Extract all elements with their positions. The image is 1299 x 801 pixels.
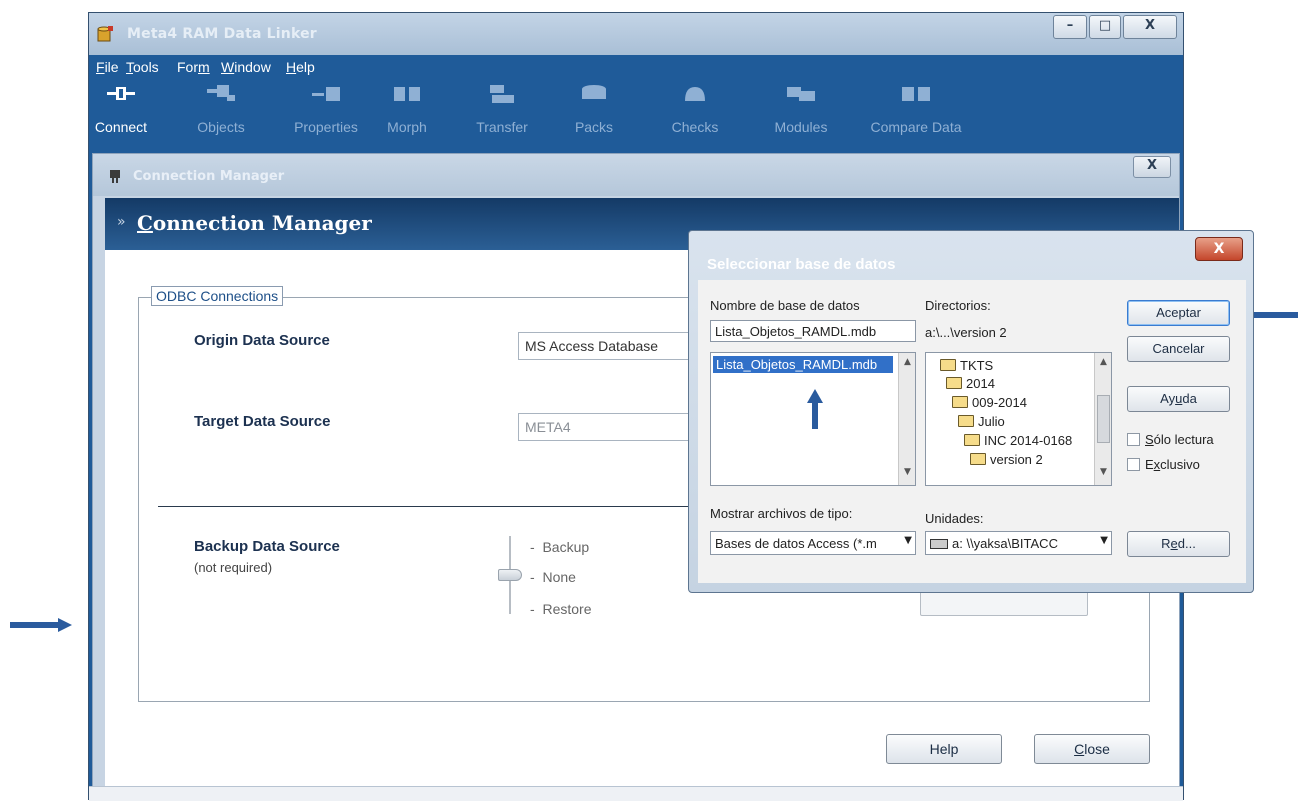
- backup-option-none[interactable]: - None: [530, 569, 576, 585]
- menu-tools[interactable]: Tools: [126, 59, 159, 75]
- folder-icon: [946, 377, 962, 389]
- tool-transfer[interactable]: Transfer: [452, 79, 552, 151]
- compare-data-icon: [902, 87, 930, 101]
- annotation-arrow-left: [10, 618, 72, 632]
- app-database-icon: [97, 26, 113, 42]
- plug-icon: [110, 170, 120, 183]
- network-drive-icon: [930, 539, 948, 549]
- menu-file[interactable]: File: [96, 59, 119, 75]
- select-database-dialog: Seleccionar base de datos X Nombre de ba…: [688, 230, 1254, 593]
- dir-item[interactable]: INC 2014-0168: [964, 433, 1092, 448]
- tool-modules[interactable]: Modules: [751, 79, 851, 151]
- folder-icon: [952, 396, 968, 408]
- target-data-source-label: Target Data Source: [194, 413, 331, 430]
- help-button[interactable]: Help: [886, 734, 1002, 764]
- menu-help[interactable]: Help: [286, 59, 315, 75]
- properties-icon: [312, 87, 340, 101]
- exclusive-label[interactable]: Exclusivo: [1145, 457, 1200, 472]
- file-list-item[interactable]: Lista_Objetos_RAMDL.mdb: [713, 356, 893, 373]
- exclusive-checkbox[interactable]: [1127, 458, 1140, 471]
- scroll-up-icon[interactable]: ▲: [1095, 357, 1112, 367]
- file-list[interactable]: Lista_Objetos_RAMDL.mdb ▲ ▼: [710, 352, 916, 486]
- maximize-button[interactable]: □: [1089, 15, 1121, 39]
- file-type-select[interactable]: Bases de datos Access (*.m ▼: [710, 531, 916, 555]
- status-bar: [89, 786, 1183, 801]
- directory-tree-scrollbar[interactable]: ▲ ▼: [1094, 353, 1111, 485]
- backup-data-source-label: Backup Data Source: [194, 538, 340, 555]
- odbc-connections-label: ODBC Connections: [151, 286, 284, 306]
- connection-manager-heading: Connection Manager: [137, 211, 372, 235]
- tool-compare-data[interactable]: Compare Data: [856, 79, 976, 151]
- dialog-body: Nombre de base de datos Lista_Objetos_RA…: [698, 280, 1246, 583]
- origin-data-source-label: Origin Data Source: [194, 332, 330, 349]
- chevron-down-icon: ▼: [1100, 535, 1108, 546]
- header-bullet-icon: »: [117, 214, 126, 230]
- cancel-button[interactable]: Cancelar: [1127, 336, 1230, 362]
- menu-form[interactable]: Form: [177, 59, 210, 75]
- dir-item[interactable]: version 2: [970, 452, 1043, 467]
- dir-item[interactable]: 2014: [946, 376, 995, 391]
- toolbar: Connect Objects Properties Morph Transfe…: [89, 79, 1183, 151]
- title-bar: Meta4 RAM Data Linker – □ X: [89, 13, 1183, 55]
- transfer-icon: [490, 85, 514, 103]
- network-button[interactable]: Red...: [1127, 531, 1230, 557]
- tool-morph[interactable]: Morph: [357, 79, 457, 151]
- connection-manager-title-bar: Connection Manager X: [93, 154, 1179, 196]
- dir-item[interactable]: TKTS: [940, 358, 993, 373]
- connection-manager-close-button[interactable]: X: [1133, 156, 1171, 178]
- file-type-label: Mostrar archivos de tipo:: [710, 506, 853, 521]
- scroll-down-icon[interactable]: ▼: [899, 467, 916, 477]
- directories-path: a:\...\version 2: [925, 325, 1007, 340]
- directories-label: Directorios:: [925, 298, 991, 313]
- scroll-down-icon[interactable]: ▼: [1095, 467, 1112, 477]
- connect-icon: [107, 87, 135, 100]
- backup-not-required-note: (not required): [194, 560, 273, 575]
- drives-label: Unidades:: [925, 511, 984, 526]
- section-divider: [158, 506, 698, 507]
- objects-icon: [207, 85, 235, 101]
- dialog-close-button[interactable]: X: [1195, 237, 1243, 261]
- tool-connect[interactable]: Connect: [71, 79, 171, 151]
- scroll-up-icon[interactable]: ▲: [899, 357, 916, 367]
- folder-icon: [964, 434, 980, 446]
- backup-option-restore[interactable]: - Restore: [530, 601, 591, 617]
- backup-option-backup[interactable]: - Backup: [530, 539, 589, 555]
- accept-button[interactable]: Aceptar: [1127, 300, 1230, 326]
- annotation-arrow-up: [807, 389, 823, 429]
- folder-icon: [958, 415, 974, 427]
- tool-packs[interactable]: Packs: [544, 79, 644, 151]
- scroll-thumb[interactable]: [1097, 395, 1110, 443]
- menu-bar: File Tools Form Window Help: [89, 55, 1183, 79]
- dir-item[interactable]: Julio: [958, 414, 1005, 429]
- folder-icon: [940, 359, 956, 371]
- app-title: Meta4 RAM Data Linker: [127, 26, 317, 42]
- tool-objects[interactable]: Objects: [171, 79, 271, 151]
- dialog-title: Seleccionar base de datos: [707, 256, 896, 273]
- morph-icon: [394, 87, 420, 101]
- open-folder-icon: [970, 453, 986, 465]
- close-connection-button[interactable]: Close: [1034, 734, 1150, 764]
- directory-tree[interactable]: TKTS 2014 009-2014 Julio INC 2014-0168 v…: [925, 352, 1112, 486]
- chevron-down-icon: ▼: [904, 535, 912, 546]
- readonly-checkbox[interactable]: [1127, 433, 1140, 446]
- checks-icon: [685, 87, 705, 101]
- close-button[interactable]: X: [1123, 15, 1177, 39]
- connection-manager-window-title: Connection Manager: [133, 169, 285, 184]
- drives-select[interactable]: a: \\yaksa\BITACC ▼: [925, 531, 1112, 555]
- minimize-button[interactable]: –: [1053, 15, 1087, 39]
- tool-checks[interactable]: Checks: [645, 79, 745, 151]
- dir-item[interactable]: 009-2014: [952, 395, 1027, 410]
- backup-slider-handle[interactable]: [498, 569, 522, 581]
- help-dialog-button[interactable]: Ayuda: [1127, 386, 1230, 412]
- menu-window[interactable]: Window: [221, 59, 271, 75]
- modules-icon: [787, 87, 815, 101]
- readonly-label[interactable]: Sólo lectura: [1145, 432, 1214, 447]
- db-name-label: Nombre de base de datos: [710, 298, 860, 313]
- file-list-scrollbar[interactable]: ▲ ▼: [898, 353, 915, 485]
- db-name-input[interactable]: Lista_Objetos_RAMDL.mdb: [710, 320, 916, 342]
- packs-icon: [582, 85, 606, 99]
